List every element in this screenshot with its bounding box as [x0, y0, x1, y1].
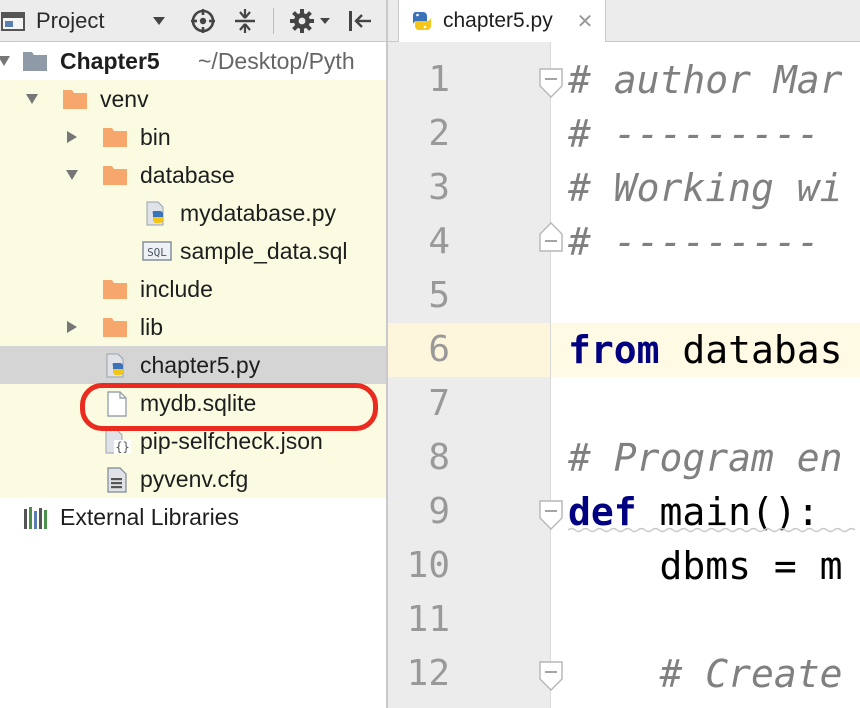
expand-arrow-icon[interactable] — [62, 156, 82, 194]
line-number: 8 — [428, 437, 450, 478]
tree-item-sample-data-sql[interactable]: SQL sample_data.sql — [0, 232, 386, 270]
code-line-8[interactable]: # Program en — [568, 431, 843, 485]
folder-icon — [62, 87, 88, 111]
hide-panel-icon[interactable] — [344, 0, 374, 42]
tree-item-pip-selfcheck-json[interactable]: {} pip-selfcheck.json — [0, 422, 386, 460]
python-file-icon — [407, 8, 435, 34]
line-number: 2 — [428, 113, 450, 154]
line-number: 10 — [406, 545, 450, 586]
tree-item-label: chapter5.py — [140, 352, 261, 378]
line-number: 4 — [428, 221, 450, 262]
code-line-12[interactable]: # Create — [568, 647, 843, 701]
chevron-down-icon[interactable] — [150, 0, 168, 42]
svg-text:SQL: SQL — [147, 246, 167, 259]
fold-start-icon[interactable] — [538, 68, 564, 98]
tree-item-bin[interactable]: bin — [0, 118, 386, 156]
project-panel-header: Project — [0, 0, 386, 42]
inspection-warning-underline — [568, 527, 856, 533]
project-path: ~/Desktop/Pyth — [198, 48, 355, 74]
line-number: 6 — [428, 329, 450, 370]
gutter-divider — [550, 42, 551, 708]
svg-text:{}: {} — [115, 440, 129, 454]
tree-item-label: pyvenv.cfg — [140, 466, 249, 492]
gear-icon[interactable] — [288, 0, 316, 42]
folder-icon — [22, 49, 48, 73]
tree-item-lib[interactable]: lib — [0, 308, 386, 346]
tree-item-external-libraries[interactable]: External Libraries — [0, 498, 386, 536]
collapsed-arrow-icon[interactable] — [62, 308, 82, 346]
line-number: 11 — [406, 599, 450, 640]
expand-arrow-icon[interactable] — [0, 42, 14, 80]
line-number: 5 — [428, 275, 450, 316]
close-icon[interactable]: ✕ — [575, 10, 595, 33]
crosshair-icon[interactable] — [188, 0, 218, 42]
editor-tab-bar: chapter5.py ✕ — [388, 0, 860, 42]
tab-label: chapter5.py — [443, 9, 553, 32]
code-line-1[interactable]: # author Mar — [568, 53, 843, 107]
json-file-icon: {} — [104, 429, 131, 454]
tree-item-label: database — [140, 162, 235, 188]
tree-item-chapter5-py[interactable]: chapter5.py — [0, 346, 386, 384]
folder-icon — [102, 277, 128, 301]
header-separator — [273, 8, 274, 34]
tree-item-include[interactable]: include — [0, 270, 386, 308]
folder-icon — [102, 163, 128, 187]
tree-item-label: mydb.sqlite — [140, 390, 257, 416]
tree-item-label: pip-selfcheck.json — [140, 428, 323, 454]
gear-menu-chevron-icon[interactable] — [318, 0, 332, 42]
tree-item-label: sample_data.sql — [180, 238, 348, 264]
folder-icon — [102, 125, 128, 149]
sql-file-icon: SQL — [142, 239, 172, 263]
collapse-all-icon[interactable] — [230, 0, 260, 42]
project-panel: Project Chapter5 ~/Desktop/Pyth venv bin… — [0, 0, 386, 708]
code-line-2[interactable]: # --------- — [568, 107, 820, 161]
project-window-icon[interactable] — [0, 0, 28, 42]
fold-start-icon[interactable] — [538, 500, 564, 530]
tree-item-database[interactable]: database — [0, 156, 386, 194]
code-editor[interactable]: chapter5.py ✕ 1 2 3 4 5 6 7 8 9 10 11 12… — [388, 0, 860, 708]
code-line-3[interactable]: # Working wi — [568, 161, 843, 215]
fold-end-icon[interactable] — [538, 222, 564, 252]
config-file-icon — [106, 467, 132, 493]
code-line-10[interactable]: dbms = m — [568, 539, 843, 593]
line-number: 12 — [406, 653, 450, 694]
line-number: 3 — [428, 167, 450, 208]
line-number: 1 — [428, 59, 450, 100]
fold-start-icon[interactable] — [538, 661, 564, 691]
code-token: databas — [659, 328, 843, 372]
tree-item-label: bin — [140, 124, 171, 150]
line-number: 7 — [428, 383, 450, 424]
python-file-icon — [104, 353, 130, 378]
tree-item-label: include — [140, 276, 213, 302]
tab-chapter5-py[interactable]: chapter5.py ✕ — [398, 0, 606, 42]
project-view-title[interactable]: Project — [36, 0, 104, 42]
folder-icon — [102, 315, 128, 339]
code-line-6[interactable]: from databas — [568, 323, 843, 377]
tree-item-label: venv — [100, 86, 149, 112]
text-file-icon — [106, 391, 132, 417]
tree-item-venv[interactable]: venv — [0, 80, 386, 118]
tree-item-label: External Libraries — [60, 504, 239, 530]
tree-item-pyvenv-cfg[interactable]: pyvenv.cfg — [0, 460, 386, 498]
tree-item-chapter5[interactable]: Chapter5 ~/Desktop/Pyth — [0, 42, 386, 80]
python-file-icon — [144, 201, 170, 226]
keyword-token: from — [568, 328, 660, 372]
tree-item-mydatabase-py[interactable]: mydatabase.py — [0, 194, 386, 232]
expand-arrow-icon[interactable] — [22, 80, 42, 118]
tree-item-mydb-sqlite[interactable]: mydb.sqlite — [0, 384, 386, 422]
code-line-4[interactable]: # --------- — [568, 215, 820, 269]
tree-item-label: Chapter5 — [60, 48, 160, 74]
library-icon — [22, 505, 48, 529]
tree-item-label: lib — [140, 314, 164, 340]
line-number: 9 — [428, 491, 450, 532]
tree-item-label: mydatabase.py — [180, 200, 336, 226]
collapsed-arrow-icon[interactable] — [62, 118, 82, 156]
